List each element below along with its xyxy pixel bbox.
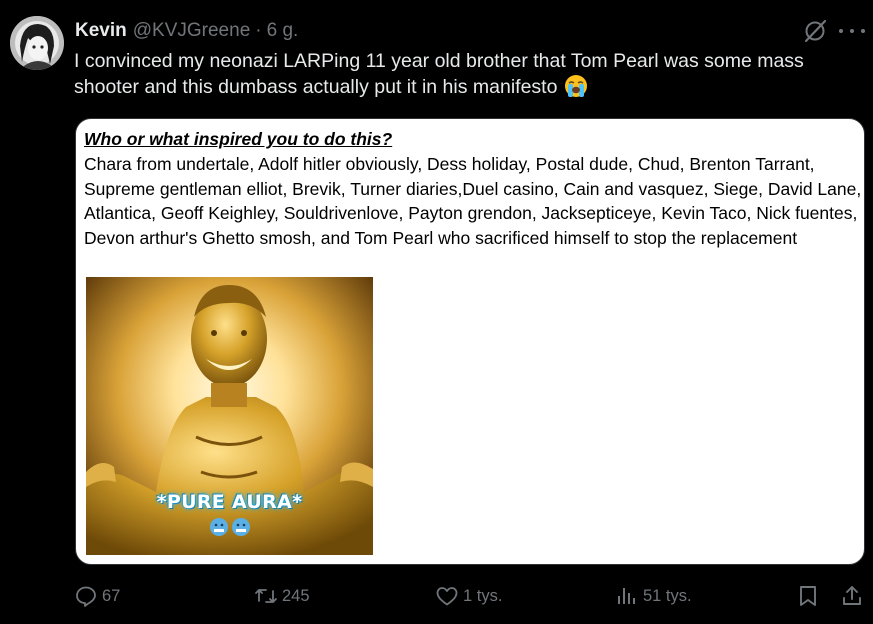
more-dot [839,29,843,33]
more-icon[interactable] [839,20,865,42]
more-dot [850,29,854,33]
action-bar: 67 245 1 tys. 51 tys. [0,580,873,614]
cold-face-emojis [86,517,373,542]
retweet-button[interactable]: 245 [254,584,310,608]
reply-icon [76,586,96,607]
media-card[interactable]: Who or what inspired you to do this? Cha… [75,118,865,565]
reply-button[interactable]: 67 [74,584,120,608]
heart-icon [436,587,458,606]
bookmark-button[interactable] [796,584,820,608]
author-handle[interactable]: @KVJGreene [133,20,251,42]
timestamp[interactable]: 6 g. [267,20,299,42]
share-button[interactable] [840,584,864,608]
views-chart-icon [618,588,635,604]
document-heading: Who or what inspired you to do this? [84,129,393,149]
document-body: Chara from undertale, Adolf hitler obvio… [84,154,862,248]
loudly-crying-face-emoji [563,74,589,98]
author-name[interactable]: Kevin [75,20,127,42]
aura-caption: *PURE AURA* [156,491,303,513]
retweet-count: 245 [282,586,310,605]
separator-dot: · [255,20,262,41]
reply-count: 67 [102,586,121,605]
more-dot [861,29,865,33]
retweet-icon [255,589,277,603]
share-icon [843,586,861,605]
golden-man-image: *PURE AURA* [86,277,373,555]
like-button[interactable]: 1 tys. [435,584,502,608]
avatar[interactable] [10,16,64,70]
tweet-text: I convinced my neonazi LARPing 11 year o… [74,48,854,100]
views-button[interactable]: 51 tys. [615,584,692,608]
like-count: 1 tys. [463,586,503,605]
views-count: 51 tys. [643,586,692,605]
tweet-header: Kevin @KVJGreene · 6 g. [75,20,298,44]
tweet-text-body: I convinced my neonazi LARPing 11 year o… [74,50,804,98]
bookmark-icon [800,586,816,606]
avatar-image [10,16,64,70]
grok-icon[interactable] [802,18,828,44]
